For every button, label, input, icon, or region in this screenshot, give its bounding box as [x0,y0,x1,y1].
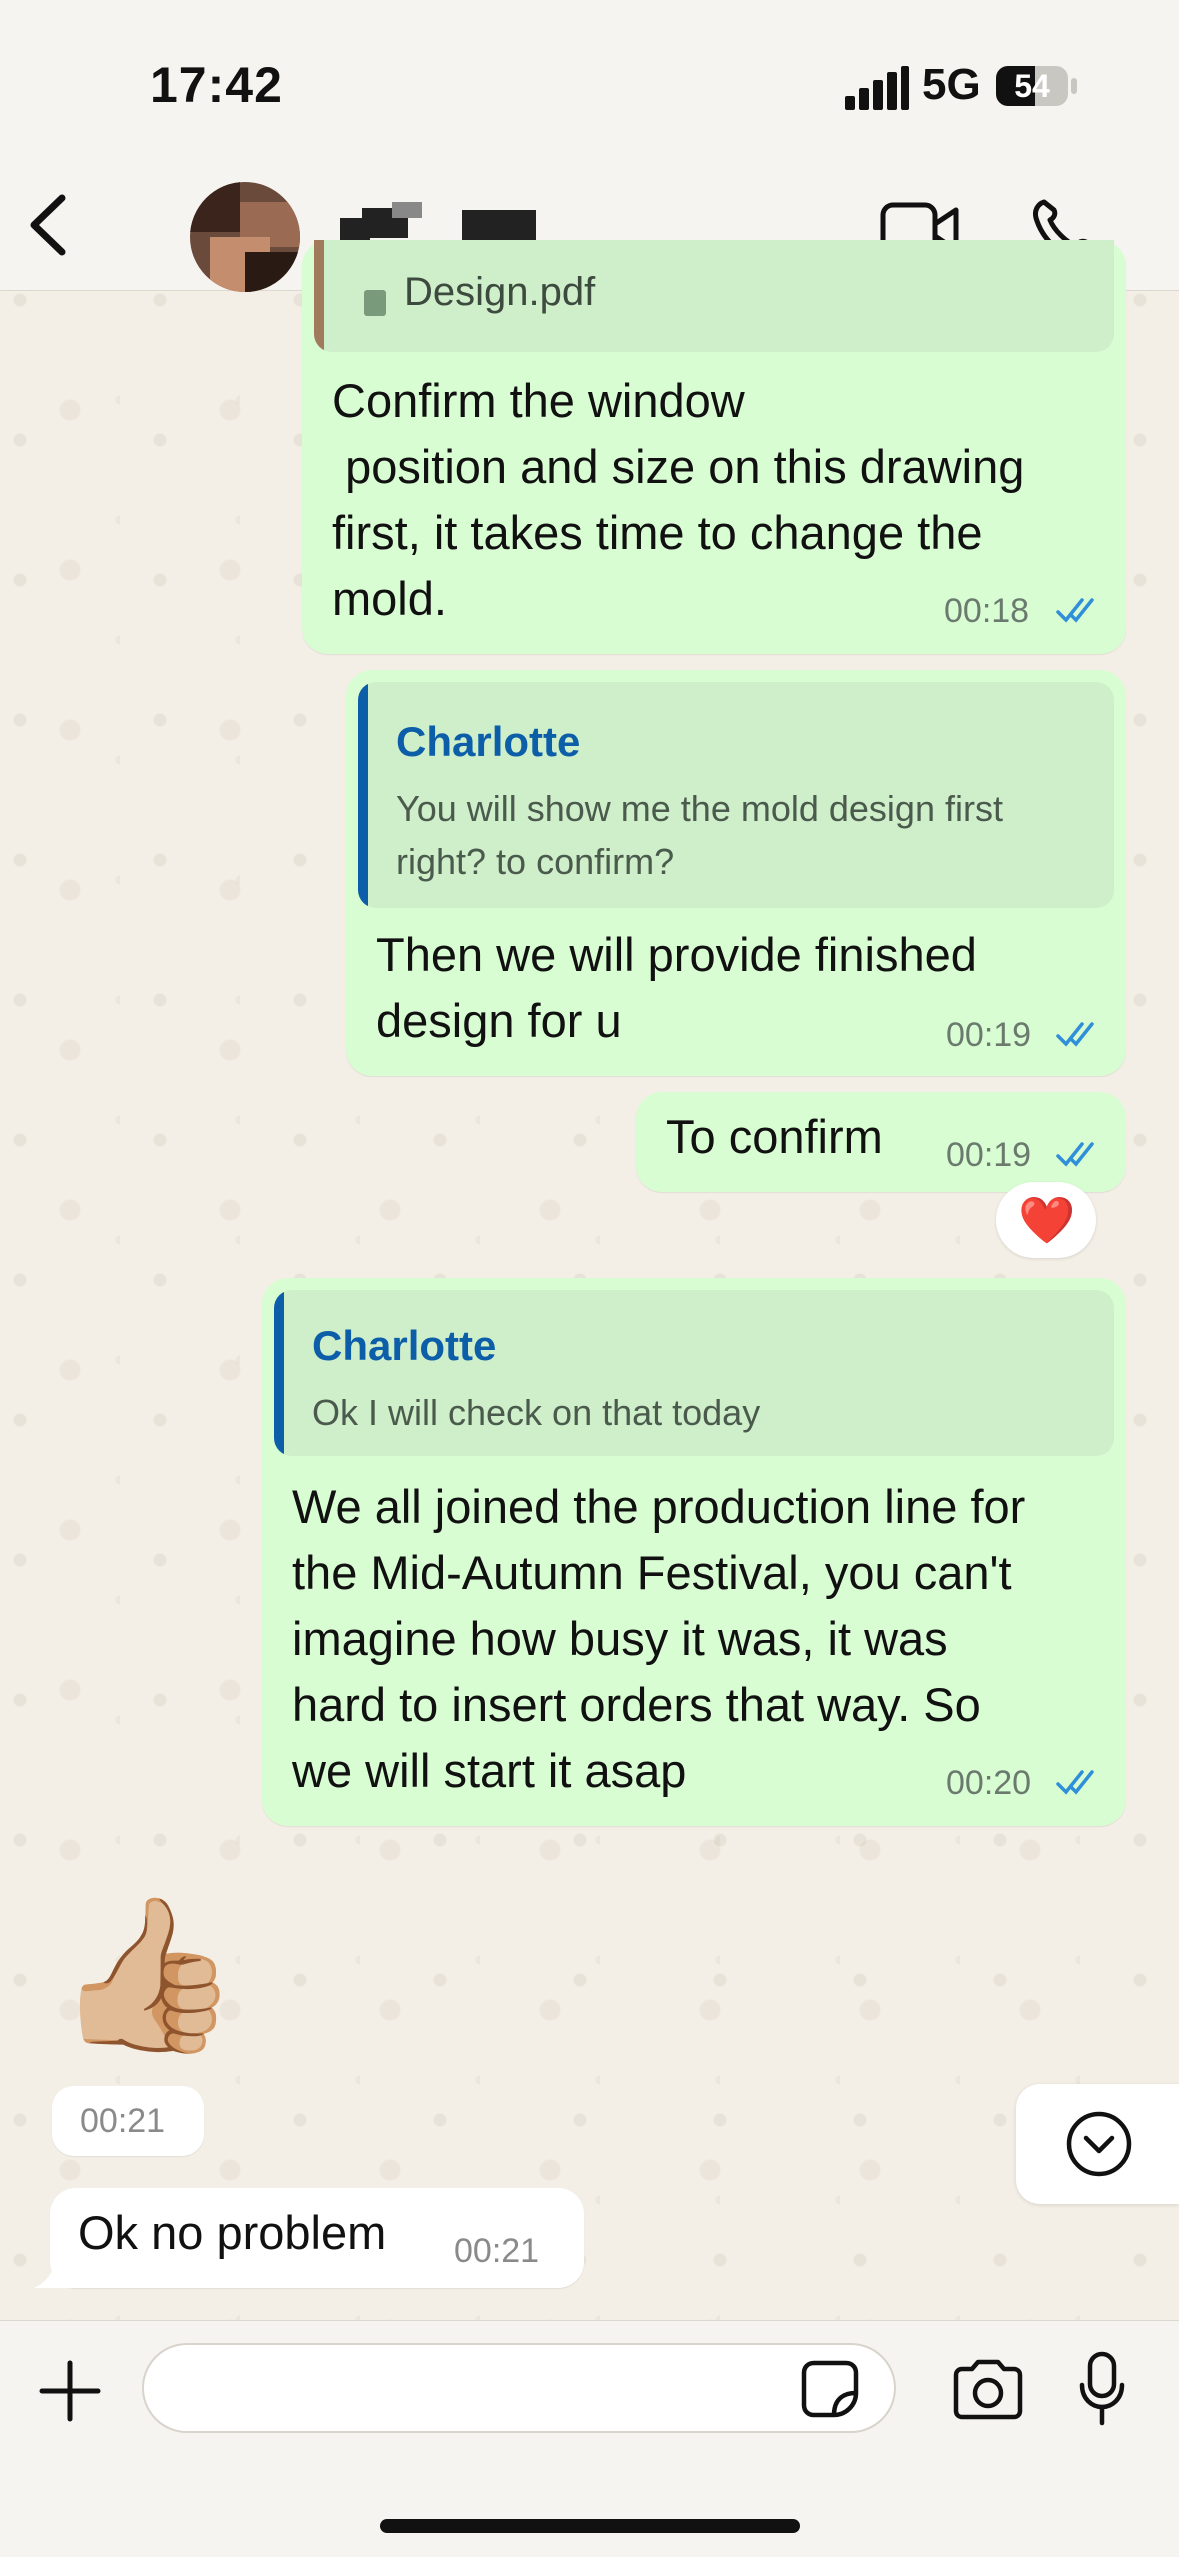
microphone-icon [1079,2351,1125,2426]
read-receipt-icon [1056,598,1094,623]
quoted-message[interactable]: Charlotte You will show me the mold desi… [358,682,1114,908]
quote-accent-bar [358,682,368,908]
battery-tip [1071,78,1077,94]
message-input-container[interactable] [142,2343,896,2433]
message-bubble-outgoing[interactable]: Charlotte Ok I will check on that today … [262,1278,1126,1826]
status-bar: 17:42 5G 54 [0,0,1179,160]
message-reaction[interactable]: ❤️ [996,1182,1096,1258]
message-time: 00:21 [454,2232,540,2270]
voice-message-button[interactable] [1078,2351,1126,2427]
plus-icon [39,2360,101,2422]
home-indicator [380,2519,800,2533]
back-icon [30,194,66,256]
sticker-time-badge: 00:21 [52,2086,204,2156]
signal-icon [845,66,909,110]
message-time: 00:18 [944,592,1030,630]
message-time: 00:19 [946,1016,1032,1054]
bubble-tail [34,2248,74,2288]
file-icon [364,290,386,316]
quote-text: Ok I will check on that today [312,1392,761,1433]
quote-accent-bar [274,1290,284,1456]
battery-icon: 54 [996,66,1068,106]
camera-icon [953,2359,1023,2420]
message-text: Ok no problem [78,2206,387,2259]
message-input[interactable] [174,2363,798,2415]
attachment-filename: Design.pdf [404,270,596,314]
back-button[interactable] [20,190,80,260]
camera-button[interactable] [950,2359,1026,2421]
quote-text: You will show me the mold design first r… [396,788,1003,882]
status-time: 17:42 [150,57,283,113]
read-receipt-icon [1056,1142,1094,1167]
attach-button[interactable] [38,2359,102,2423]
sticker-icon [801,2360,859,2418]
message-bubble-outgoing[interactable]: To confirm 00:19 [636,1092,1126,1192]
composer-bar [0,2320,1179,2557]
read-receipt-icon [1056,1770,1094,1795]
message-text: To confirm [666,1110,883,1163]
scroll-to-bottom-button[interactable] [1016,2084,1179,2204]
sticker-message[interactable]: 👍🏼 [54,1884,241,2074]
battery-percent: 54 [1014,68,1050,104]
sticker-button[interactable] [800,2359,860,2419]
quote-author: Charlotte [312,1322,497,1369]
read-receipt-icon [1056,1022,1094,1047]
message-time: 00:21 [80,2102,166,2140]
quote-author: Charlotte [396,718,581,765]
message-bubble-outgoing[interactable]: Charlotte You will show me the mold desi… [346,670,1126,1076]
quoted-message[interactable]: Charlotte Ok I will check on that today [274,1290,1114,1456]
message-bubble-incoming[interactable]: Ok no problem 00:21 [50,2188,584,2288]
heart-reaction-icon: ❤️ [1018,1194,1076,1246]
contact-avatar[interactable] [190,182,300,292]
chevron-down-circle-icon [1066,2111,1132,2177]
message-text: We all joined the production line for th… [292,1480,1026,1797]
message-bubble-outgoing[interactable]: Design.pdf Confirm the window position a… [302,240,1126,654]
message-time: 00:20 [946,1764,1032,1802]
thumbs-up-sticker: 👍🏼 [54,1890,241,2058]
network-label: 5G [922,60,981,109]
attachment-preview[interactable]: Design.pdf [314,240,1114,352]
message-time: 00:19 [946,1136,1032,1174]
